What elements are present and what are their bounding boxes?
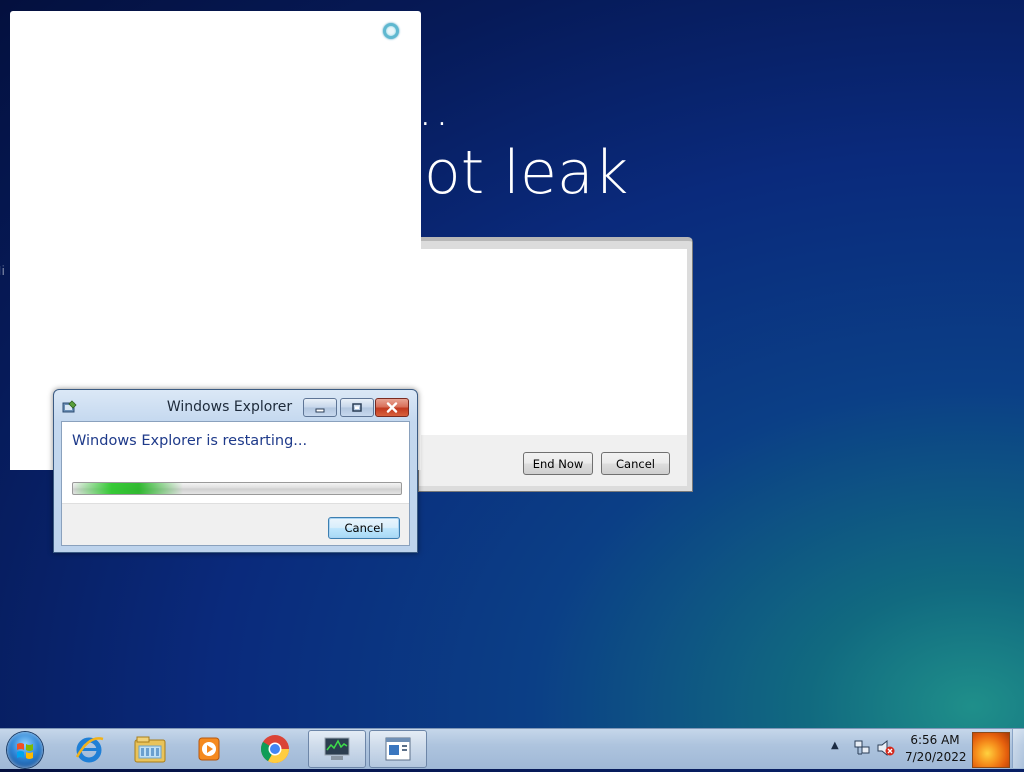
dialog-client-area: Windows Explorer is restarting... Cancel — [61, 421, 410, 546]
windows-logo-icon — [17, 743, 33, 759]
close-icon — [386, 402, 398, 413]
background-partial-text: Ji — [0, 264, 5, 278]
end-now-button[interactable]: End Now — [523, 452, 593, 475]
show-hidden-icons-button[interactable]: ▲ — [831, 740, 839, 751]
busy-ring-icon — [383, 23, 399, 39]
taskbar-window-app[interactable] — [369, 730, 427, 768]
background-headline-text: ot leak — [424, 138, 629, 208]
taskbar-media-player[interactable] — [180, 730, 238, 768]
minimize-icon — [315, 408, 325, 412]
taskbar-chrome[interactable] — [246, 730, 304, 768]
background-ellipsis-text: .. — [418, 82, 452, 136]
progress-indicator — [73, 483, 183, 494]
restart-message: Windows Explorer is restarting... — [72, 433, 308, 449]
task-manager-icon — [324, 737, 350, 760]
start-button[interactable] — [7, 732, 43, 768]
volume-muted-icon[interactable] — [876, 739, 896, 757]
notepad-window-icon — [385, 737, 411, 761]
taskbar-internet-explorer[interactable] — [60, 730, 118, 768]
restart-progress-bar — [72, 482, 402, 495]
user-picture-icon — [972, 732, 1010, 768]
close-button[interactable] — [375, 398, 409, 417]
windows-explorer-icon — [134, 736, 166, 763]
show-desktop-button[interactable] — [1012, 729, 1024, 768]
explorer-restart-dialog: Windows Explorer Windows Explorer is res… — [53, 389, 418, 553]
network-icon[interactable] — [853, 739, 871, 757]
maximize-icon — [352, 402, 362, 412]
clock-date[interactable]: 7/20/2022 — [905, 750, 967, 764]
taskbar-task-manager[interactable] — [308, 730, 366, 768]
maximize-button[interactable] — [340, 398, 374, 417]
end-now-dialog-content — [419, 249, 687, 435]
internet-explorer-icon — [75, 737, 104, 763]
end-now-cancel-button[interactable]: Cancel — [601, 452, 670, 475]
clock-time[interactable]: 6:56 AM — [905, 733, 965, 747]
media-player-icon — [198, 737, 220, 761]
explorer-cancel-button[interactable]: Cancel — [328, 517, 400, 539]
taskbar-windows-explorer[interactable] — [121, 730, 179, 768]
chrome-icon — [261, 735, 289, 763]
end-now-dialog: End Now Cancel — [418, 237, 693, 492]
minimize-button[interactable] — [303, 398, 337, 417]
